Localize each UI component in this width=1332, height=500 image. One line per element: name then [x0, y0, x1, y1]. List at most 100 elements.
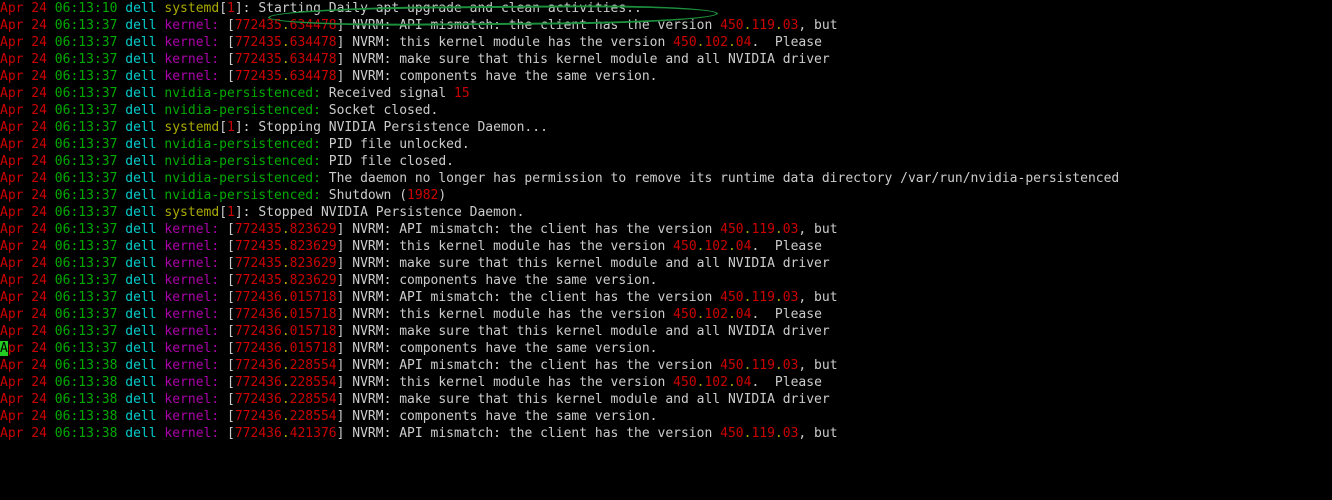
log-time: 06:13:37 — [55, 171, 118, 186]
version-major: 450 — [673, 239, 696, 254]
version-minor: 102 — [704, 239, 727, 254]
log-service: kernel: — [164, 69, 219, 84]
log-host: dell — [125, 171, 156, 186]
log-host: dell — [125, 358, 156, 373]
kernel-ts-usec: 634478 — [290, 18, 337, 33]
log-line: Apr 24 06:13:37 dell kernel: [772436.015… — [0, 289, 1332, 306]
log-host: dell — [125, 307, 156, 322]
log-service: kernel: — [164, 409, 219, 424]
log-date: Apr 24 — [0, 18, 47, 33]
kernel-ts-sec: 772436 — [235, 358, 282, 373]
log-host: dell — [125, 273, 156, 288]
version-patch: 04 — [736, 307, 752, 322]
log-tail: , but — [798, 358, 837, 373]
log-host: dell — [125, 103, 156, 118]
log-date: Apr 24 — [0, 392, 47, 407]
log-message: NVRM: API mismatch: the client has the v… — [352, 358, 720, 373]
log-service: kernel: — [164, 307, 219, 322]
log-time: 06:13:37 — [55, 137, 118, 152]
log-line: Apr 24 06:13:37 dell nvidia-persistenced… — [0, 85, 1332, 102]
log-date: Apr 24 — [0, 120, 47, 135]
kernel-ts-sec: 772436 — [235, 426, 282, 441]
log-message: NVRM: components have the same version. — [352, 69, 657, 84]
log-line: Apr 24 06:13:37 dell kernel: [772435.823… — [0, 255, 1332, 272]
log-time: 06:13:37 — [55, 273, 118, 288]
log-date: Apr 24 — [0, 273, 47, 288]
log-date: Apr 24 — [0, 69, 47, 84]
kernel-ts-sec: 772435 — [235, 273, 282, 288]
kernel-ts-usec: 015718 — [290, 324, 337, 339]
kernel-ts-sec: 772436 — [235, 409, 282, 424]
version-major: 450 — [720, 222, 743, 237]
log-line: Apr 24 06:13:37 dell kernel: [772435.823… — [0, 272, 1332, 289]
log-service: kernel: — [164, 426, 219, 441]
log-service: nvidia-persistenced: — [164, 86, 321, 101]
cursor-char: A — [0, 341, 8, 356]
log-line: Apr 24 06:13:37 dell systemd[1]: Stopped… — [0, 204, 1332, 221]
log-service: nvidia-persistenced: — [164, 137, 321, 152]
syslog-output: Apr 24 06:13:10 dell systemd[1]: Startin… — [0, 0, 1332, 442]
log-message: Socket closed. — [329, 103, 439, 118]
log-time: 06:13:37 — [55, 307, 118, 322]
log-line: Apr 24 06:13:10 dell systemd[1]: Startin… — [0, 0, 1332, 17]
version-minor: 119 — [751, 426, 774, 441]
log-service: kernel: — [164, 273, 219, 288]
log-line: Apr 24 06:13:37 dell kernel: [772435.823… — [0, 221, 1332, 238]
kernel-ts-sec: 772436 — [235, 324, 282, 339]
log-message: NVRM: make sure that this kernel module … — [352, 392, 829, 407]
log-line: Apr 24 06:13:37 dell kernel: [772436.015… — [0, 306, 1332, 323]
log-line: Apr 24 06:13:37 dell kernel: [772435.634… — [0, 51, 1332, 68]
log-date: Apr 24 — [0, 375, 47, 390]
kernel-ts-usec: 823629 — [290, 239, 337, 254]
log-time: 06:13:38 — [55, 409, 118, 424]
log-date: Apr 24 — [0, 154, 47, 169]
kernel-ts-usec: 823629 — [290, 273, 337, 288]
log-message: Received signal — [329, 86, 454, 101]
log-service: kernel: — [164, 52, 219, 67]
log-service: kernel: — [164, 324, 219, 339]
kernel-ts-usec: 228554 — [290, 375, 337, 390]
log-service: kernel: — [164, 35, 219, 50]
log-tail: . Please — [751, 307, 821, 322]
log-line: Apr 24 06:13:37 dell kernel: [772436.015… — [0, 323, 1332, 340]
kernel-ts-usec: 823629 — [290, 256, 337, 271]
log-time: 06:13:37 — [55, 86, 118, 101]
log-message: NVRM: components have the same version. — [352, 409, 657, 424]
log-date: Apr 24 — [0, 222, 47, 237]
log-time: 06:13:38 — [55, 358, 118, 373]
log-service: systemd — [164, 1, 219, 16]
log-line: Apr 24 06:13:38 dell kernel: [772436.228… — [0, 357, 1332, 374]
log-host: dell — [125, 35, 156, 50]
log-host: dell — [125, 120, 156, 135]
kernel-ts-usec: 228554 — [290, 392, 337, 407]
log-message: NVRM: make sure that this kernel module … — [352, 324, 829, 339]
kernel-ts-sec: 772435 — [235, 18, 282, 33]
log-message: Stopped NVIDIA Persistence Daemon. — [258, 205, 524, 220]
log-line: Apr 24 06:13:37 dell nvidia-persistenced… — [0, 102, 1332, 119]
kernel-ts-usec: 228554 — [290, 358, 337, 373]
log-time: 06:13:37 — [55, 239, 118, 254]
version-patch: 04 — [736, 239, 752, 254]
log-line: Apr 24 06:13:38 dell kernel: [772436.228… — [0, 374, 1332, 391]
kernel-ts-usec: 634478 — [290, 35, 337, 50]
log-message: Shutdown ( — [329, 188, 407, 203]
log-date: Apr 24 — [0, 307, 47, 322]
kernel-ts-usec: 634478 — [290, 52, 337, 67]
log-service: kernel: — [164, 18, 219, 33]
version-minor: 102 — [704, 35, 727, 50]
log-date: Apr 24 — [0, 86, 47, 101]
log-message: PID file unlocked. — [329, 137, 470, 152]
kernel-ts-usec: 823629 — [290, 222, 337, 237]
log-pid: 1 — [227, 120, 235, 135]
version-major: 450 — [720, 290, 743, 305]
log-host: dell — [125, 375, 156, 390]
log-date: Apr 24 — [0, 290, 47, 305]
log-date: Apr 24 — [0, 188, 47, 203]
log-service: kernel: — [164, 222, 219, 237]
log-time: 06:13:37 — [55, 290, 118, 305]
log-time: 06:13:38 — [55, 426, 118, 441]
version-patch: 03 — [783, 426, 799, 441]
log-host: dell — [125, 69, 156, 84]
log-service: kernel: — [164, 392, 219, 407]
log-service: kernel: — [164, 341, 219, 356]
